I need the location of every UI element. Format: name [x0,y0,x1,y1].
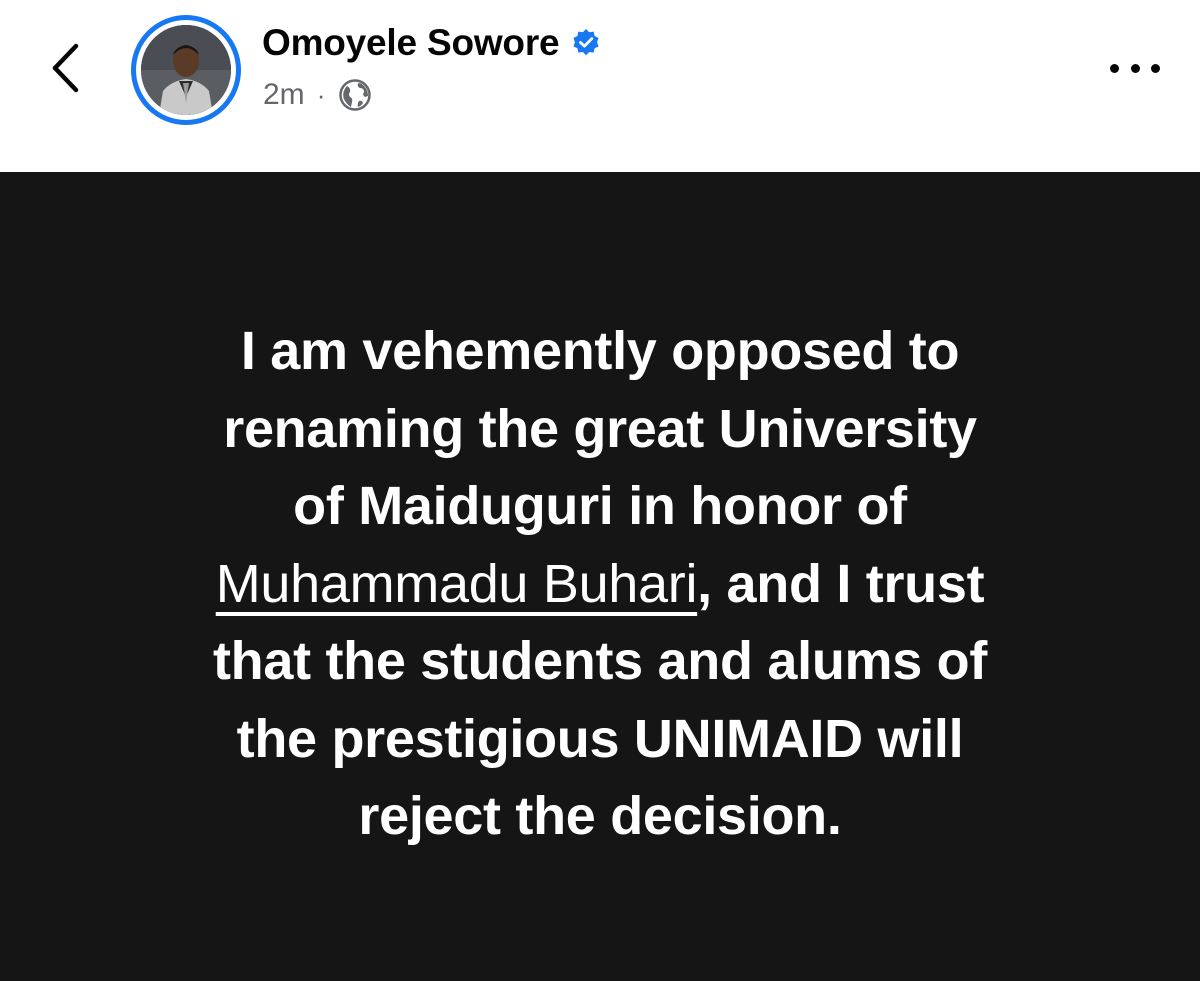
post-timestamp[interactable]: 2m [263,78,305,112]
author-avatar[interactable] [131,15,241,125]
post-body: I am vehemently opposed to renaming the … [60,313,1140,856]
post-line: I am vehemently opposed to [240,321,960,381]
post-line: of Maiduguri in honor of [293,476,907,536]
post-line: renaming the great University [223,398,977,459]
avatar [141,25,231,115]
post-line-tail: , and I trust [697,553,985,614]
author-name[interactable]: Omoyele Sowore [262,22,560,64]
mention-link[interactable]: Muhammadu Buhari [216,554,698,614]
back-button[interactable] [40,38,90,98]
post-line: that the students and alums of [212,631,988,691]
more-dot [1151,63,1160,73]
profile-photo [141,25,231,115]
post-line: the prestigious UNIMAID will [236,708,964,769]
meta-separator: · [316,79,326,110]
verified-badge-icon [571,28,601,58]
post-line: reject the decision. [358,786,842,846]
more-dot [1130,63,1140,73]
more-options-button[interactable] [1110,58,1160,78]
post-text-card: I am vehemently opposed to renaming the … [0,172,1200,981]
chevron-left-icon [52,43,79,93]
globe-icon[interactable] [339,79,372,111]
author-row: Omoyele Sowore [262,20,601,66]
more-dot [1110,63,1119,73]
post-line: Muhammadu Buhari, and I trust [60,546,1140,624]
post-meta: 2m · [263,75,372,115]
post-header: Omoyele Sowore 2m · [0,0,1200,172]
